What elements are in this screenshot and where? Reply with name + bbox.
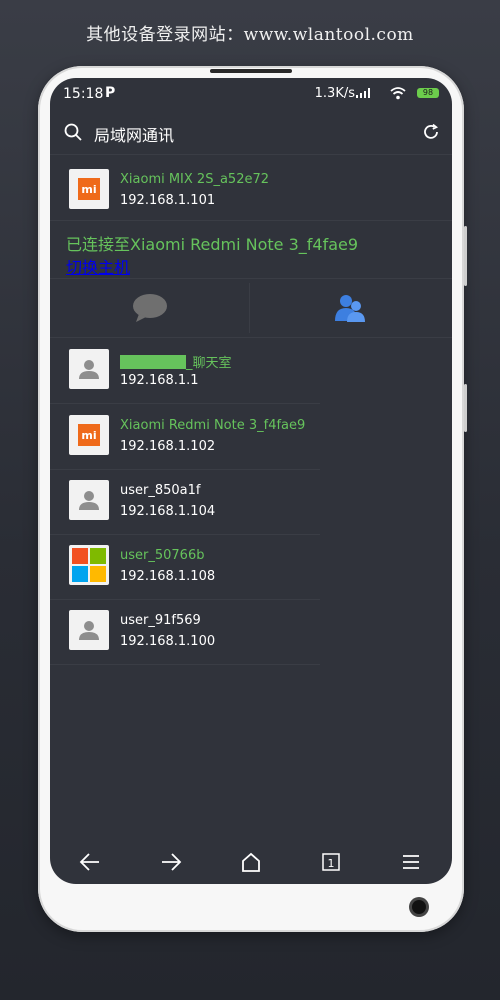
device-row[interactable]: mi Xiaomi Redmi Note 3_f4fae9 192.168.1.… (50, 404, 320, 470)
device-row[interactable]: _聊天室 192.168.1.1 (50, 338, 320, 404)
device-ip: 192.168.1.1 (120, 373, 199, 388)
device-ip: 192.168.1.102 (120, 439, 216, 454)
power-button (464, 384, 467, 432)
person-icon (69, 610, 109, 650)
network-speed: 1.3K/s (314, 86, 355, 101)
battery-icon: 98 (417, 88, 439, 98)
tab-chat[interactable] (50, 279, 250, 337)
status-bar: 15:18 P 1.3K/s 98 (50, 78, 452, 110)
mi-logo-icon: mi (69, 169, 109, 209)
parking-notification-icon: P (105, 85, 116, 101)
connection-status: 已连接至Xiaomi Redmi Note 3_f4fae9 (66, 235, 359, 254)
tabs-count-icon[interactable]: 1 (320, 852, 342, 872)
search-icon[interactable] (64, 123, 82, 141)
device-row[interactable]: user_91f569 192.168.1.100 (50, 599, 320, 665)
volume-button (464, 226, 467, 286)
svg-text:1: 1 (328, 857, 335, 870)
device-row[interactable]: user_850a1f 192.168.1.104 (50, 469, 320, 535)
phone-screen: 15:18 P 1.3K/s 98 局域网通讯 mi Xiaomi MIX 2S… (50, 78, 452, 884)
home-icon[interactable] (240, 852, 262, 872)
switch-host-link[interactable]: 切换主机 (66, 254, 130, 278)
device-name: user_850a1f (120, 483, 201, 498)
group-icon (335, 295, 365, 322)
signal-icon (356, 88, 370, 98)
device-name: _聊天室 (120, 352, 232, 371)
device-ip: 192.168.1.104 (120, 504, 216, 519)
phone-frame: 15:18 P 1.3K/s 98 局域网通讯 mi Xiaomi MIX 2S… (38, 66, 467, 932)
chat-bubble-icon (133, 294, 167, 322)
front-camera (412, 900, 426, 914)
person-icon (69, 349, 109, 389)
host-name: Xiaomi MIX 2S_a52e72 (120, 172, 270, 187)
tab-group[interactable] (250, 279, 450, 337)
current-host-item[interactable]: mi Xiaomi MIX 2S_a52e72 192.168.1.101 (50, 158, 452, 221)
person-icon (69, 480, 109, 520)
bottom-navigation: 1 (50, 840, 452, 884)
device-name: user_91f569 (120, 613, 201, 628)
windows-logo-icon (69, 545, 109, 585)
redacted-name-block (120, 355, 186, 369)
menu-icon[interactable] (400, 852, 422, 872)
refresh-icon[interactable] (422, 123, 440, 141)
host-ip: 192.168.1.101 (120, 193, 216, 208)
forward-arrow-icon[interactable] (160, 852, 182, 872)
promo-banner-text: 其他设备登录网站：www.wlantool.com (86, 25, 414, 45)
back-arrow-icon[interactable] (79, 852, 101, 872)
device-ip: 192.168.1.100 (120, 634, 216, 649)
device-name: user_50766b (120, 548, 205, 563)
device-row[interactable]: user_50766b 192.168.1.108 (50, 534, 320, 600)
wifi-icon (390, 87, 406, 100)
view-tabs (50, 278, 452, 338)
earpiece-speaker (210, 69, 292, 73)
device-name: Xiaomi Redmi Note 3_f4fae9 (120, 418, 306, 433)
status-time: 15:18 (63, 86, 104, 102)
page-title: 局域网通讯 (94, 126, 175, 145)
mi-logo-icon: mi (69, 415, 109, 455)
app-header: 局域网通讯 (50, 110, 452, 155)
device-ip: 192.168.1.108 (120, 569, 216, 584)
